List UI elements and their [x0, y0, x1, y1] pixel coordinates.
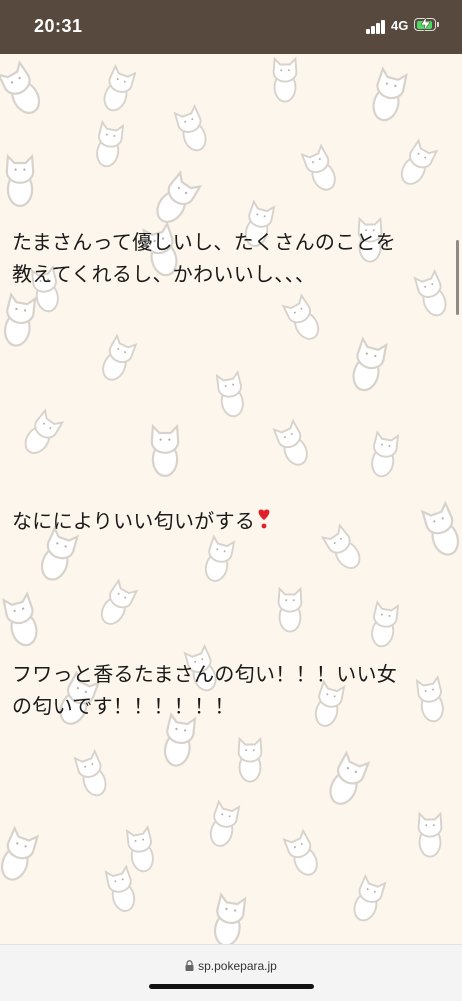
cat-doodle-icon [371, 599, 400, 648]
cat-doodle-icon [3, 291, 37, 347]
lock-icon [185, 960, 194, 971]
cat-pattern-icon [0, 56, 460, 944]
cat-doodle-icon [281, 293, 320, 340]
cat-doodle-icon [237, 736, 263, 783]
cat-doodle-icon [204, 534, 236, 582]
message-paragraph-3: フワっと香るたまさんの匂い！！！いい女 の匂いです！！！！！！ [12, 658, 452, 722]
cat-doodle-icon [371, 429, 400, 478]
cat-doodle-icon [277, 586, 303, 633]
message-paragraph-2: なにによりいい匂いがする [12, 505, 452, 537]
cat-doodle-icon [0, 60, 41, 114]
browser-url-bar[interactable]: sp.pokepara.jp [0, 944, 462, 1001]
cat-doodle-icon [372, 66, 408, 122]
cat-doodle-icon [353, 873, 387, 922]
cat-doodle-icon [272, 56, 298, 103]
cat-doodle-icon [213, 891, 247, 944]
scrollbar[interactable] [456, 240, 459, 315]
cat-doodle-icon [5, 153, 35, 208]
message-line: フワっと香るたまさんの匂い！！！いい女 [12, 662, 398, 686]
cat-doodle-icon [0, 825, 40, 881]
cat-doodle-icon [282, 828, 318, 876]
cat-doodle-icon [209, 799, 241, 847]
message-line: 教えてくれるし、かわいいし、、、 [12, 262, 316, 286]
status-time: 20:31 [34, 16, 83, 36]
cat-doodle-icon [96, 119, 125, 168]
cat-doodle-icon [352, 336, 388, 392]
cat-doodle-icon [400, 138, 439, 185]
message-line: なにによりいい匂いがする [12, 509, 256, 533]
cat-doodle-icon [104, 864, 136, 912]
network-type: 4G [391, 18, 409, 33]
cat-doodle-icon [73, 748, 107, 797]
cat-doodle-icon [156, 170, 203, 223]
battery-charging-icon [414, 17, 436, 31]
cat-doodle-icon [24, 408, 65, 454]
cat-doodle-icon [329, 750, 371, 805]
cellular-signal-icon [366, 20, 386, 34]
message-line: たまさんって優しいし、たくさんのことを [12, 230, 397, 254]
cat-doodle-icon [125, 824, 154, 873]
url-text: sp.pokepara.jp [198, 959, 277, 973]
cat-doodle-icon [215, 369, 244, 418]
cat-doodle-icon [163, 711, 197, 767]
battery-cap [437, 22, 439, 27]
cat-doodle-icon [102, 333, 138, 381]
cat-doodle-icon [300, 143, 336, 191]
cat-doodle-icon [100, 578, 139, 625]
cat-doodle-icon [417, 811, 443, 858]
url-display[interactable]: sp.pokepara.jp [0, 959, 462, 973]
message-line: の匂いです！！！！！！ [12, 694, 235, 718]
cat-doodle-icon [150, 423, 180, 478]
message-paragraph-1: たまさんって優しいし、たくさんのことを 教えてくれるし、かわいいし、、、 [12, 226, 452, 290]
status-bar: 20:31 4G [0, 0, 462, 54]
cat-doodle-icon [2, 591, 38, 647]
heart-exclamation-icon [256, 507, 272, 529]
home-indicator[interactable] [149, 984, 314, 989]
cat-doodle-icon [173, 103, 207, 152]
message-area[interactable]: たまさんって優しいし、たくさんのことを 教えてくれるし、かわいいし、、、 なにに… [0, 54, 462, 944]
cat-doodle-icon [103, 63, 137, 112]
cat-doodle-icon [272, 418, 308, 466]
